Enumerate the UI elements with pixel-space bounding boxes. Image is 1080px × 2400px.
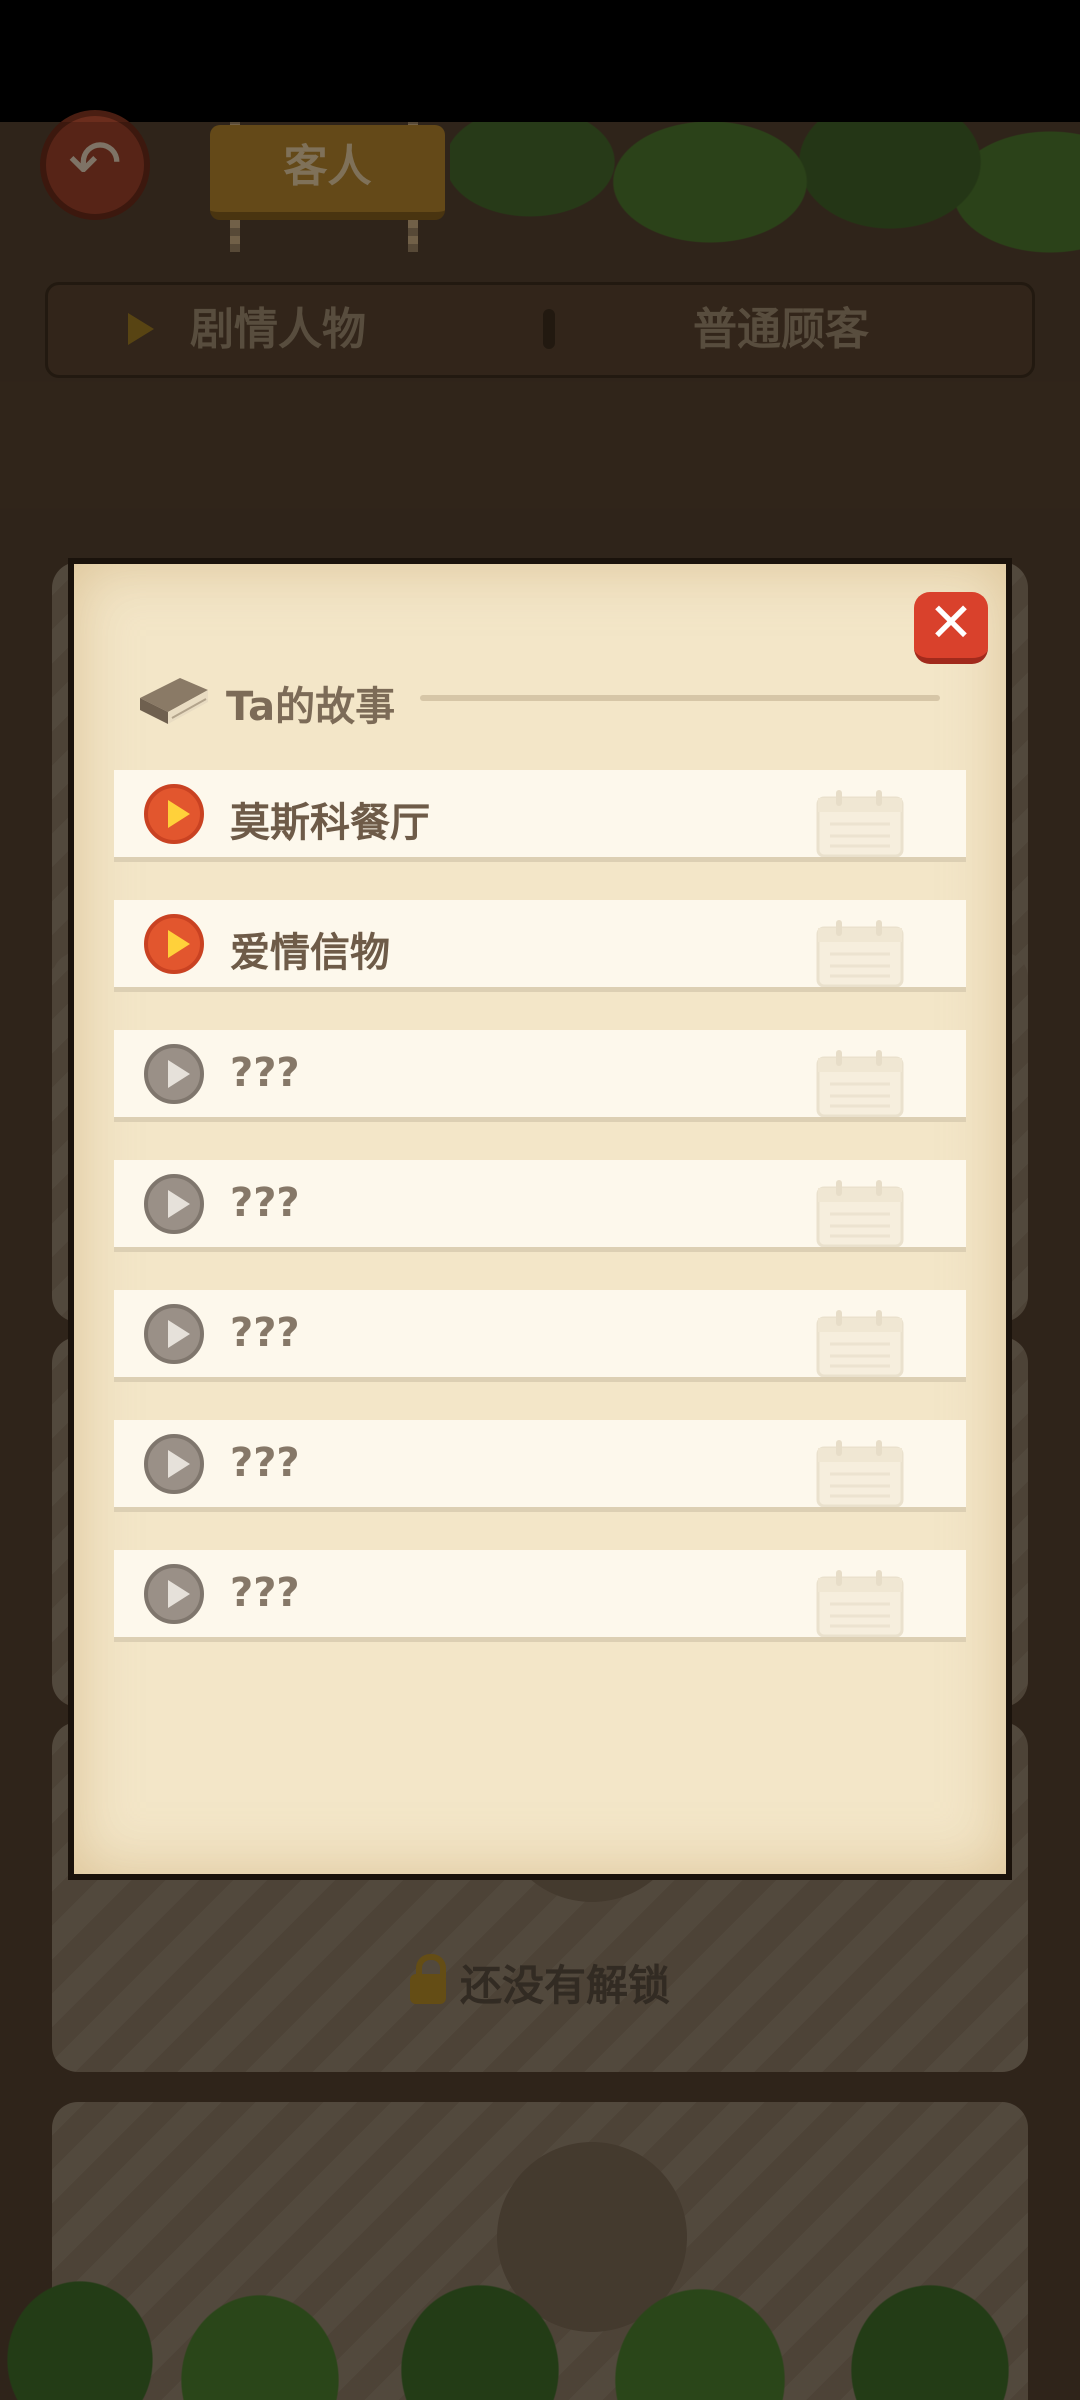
story-label: ???: [230, 1050, 300, 1096]
calendar-icon: [816, 920, 904, 988]
book-icon: [140, 678, 208, 724]
play-icon: [144, 1564, 204, 1624]
story-item[interactable]: ???: [114, 1550, 966, 1642]
calendar-icon: [816, 1180, 904, 1248]
story-item[interactable]: 爱情信物: [114, 900, 966, 992]
calendar-icon: [816, 1310, 904, 1378]
status-bar: [0, 0, 1080, 122]
story-dialog: ✕ Ta的故事 莫斯科餐厅爱情信物???????????????: [68, 558, 1012, 1880]
calendar-icon: [816, 1440, 904, 1508]
play-icon: [144, 1044, 204, 1104]
story-label: ???: [230, 1310, 300, 1356]
play-icon: [144, 784, 204, 844]
story-label: ???: [230, 1570, 300, 1616]
story-label: 莫斯科餐厅: [230, 800, 430, 846]
play-icon: [144, 1304, 204, 1364]
close-button[interactable]: ✕: [914, 592, 988, 664]
story-item[interactable]: ???: [114, 1290, 966, 1382]
story-item[interactable]: 莫斯科餐厅: [114, 770, 966, 862]
story-label: ???: [230, 1180, 300, 1226]
story-item[interactable]: ???: [114, 1030, 966, 1122]
calendar-icon: [816, 790, 904, 858]
play-icon: [144, 1434, 204, 1494]
story-label: 爱情信物: [230, 930, 390, 976]
story-label: ???: [230, 1440, 300, 1486]
story-title: Ta的故事: [226, 684, 396, 730]
story-item[interactable]: ???: [114, 1420, 966, 1512]
divider: [420, 695, 940, 701]
close-x-icon: ✕: [928, 591, 974, 654]
calendar-icon: [816, 1570, 904, 1638]
play-icon: [144, 1174, 204, 1234]
calendar-icon: [816, 1050, 904, 1118]
story-item[interactable]: ???: [114, 1160, 966, 1252]
play-icon: [144, 914, 204, 974]
